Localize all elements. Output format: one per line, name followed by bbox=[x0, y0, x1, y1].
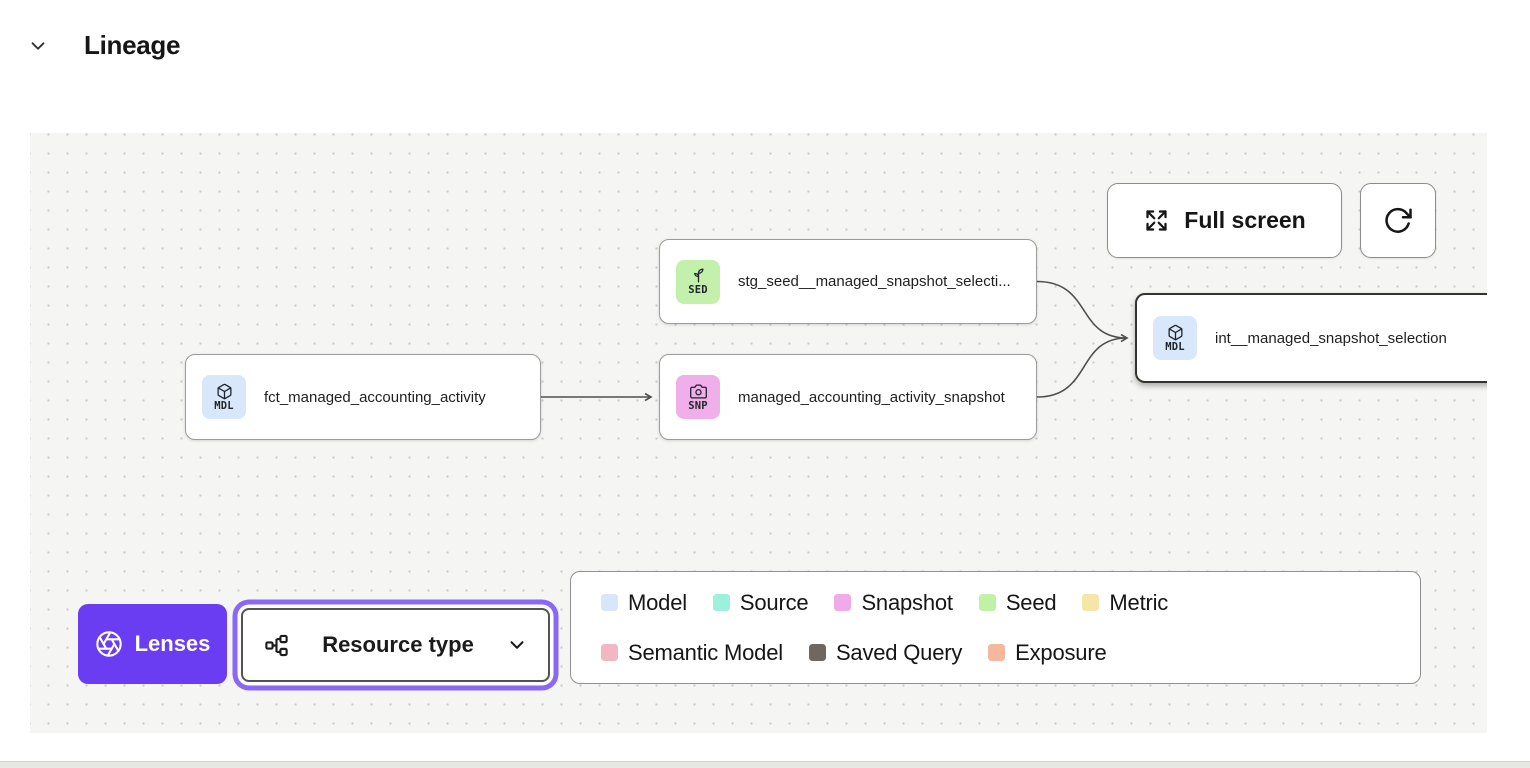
snapshot-badge-type: SNP bbox=[688, 401, 708, 412]
lenses-button[interactable]: Lenses bbox=[78, 604, 227, 684]
model-swatch bbox=[601, 594, 618, 611]
saved-query-swatch bbox=[809, 644, 826, 661]
legend-item-exposure: Exposure bbox=[988, 640, 1106, 666]
lineage-node-seed[interactable]: SED stg_seed__managed_snapshot_selecti..… bbox=[659, 239, 1037, 324]
lineage-canvas[interactable]: Full screen SED stg_seed__managed_snapsh… bbox=[30, 133, 1487, 733]
refresh-button[interactable] bbox=[1360, 183, 1436, 258]
source-swatch bbox=[713, 594, 730, 611]
aperture-icon bbox=[95, 630, 123, 658]
seed-badge-type: SED bbox=[688, 285, 708, 296]
camera-icon bbox=[690, 383, 707, 400]
sprout-icon bbox=[690, 267, 707, 284]
model-badge: MDL bbox=[202, 375, 246, 419]
snapshot-swatch bbox=[834, 594, 851, 611]
collapse-chevron-icon[interactable] bbox=[26, 34, 50, 58]
semantic-model-swatch bbox=[601, 644, 618, 661]
model-badge-type: MDL bbox=[1165, 342, 1185, 353]
legend-item-saved-query: Saved Query bbox=[809, 640, 962, 666]
lenses-label: Lenses bbox=[135, 631, 211, 657]
bottom-divider bbox=[0, 761, 1530, 768]
resource-type-label: Resource type bbox=[304, 632, 492, 658]
seed-badge: SED bbox=[676, 260, 720, 304]
full-screen-label: Full screen bbox=[1184, 207, 1305, 234]
cube-icon bbox=[216, 383, 233, 400]
expand-icon bbox=[1143, 207, 1170, 234]
hierarchy-icon bbox=[263, 632, 290, 659]
node-label: managed_accounting_activity_snapshot bbox=[738, 389, 1005, 406]
metric-swatch bbox=[1082, 594, 1099, 611]
node-label: int__managed_snapshot_selection bbox=[1215, 330, 1447, 347]
lineage-node-snapshot[interactable]: SNP managed_accounting_activity_snapshot bbox=[659, 354, 1037, 440]
legend-item-seed: Seed bbox=[979, 590, 1057, 616]
chevron-down-icon bbox=[506, 634, 528, 656]
legend-item-model: Model bbox=[601, 590, 687, 616]
node-label: fct_managed_accounting_activity bbox=[264, 389, 486, 406]
section-header: Lineage bbox=[26, 30, 180, 61]
legend-item-source: Source bbox=[713, 590, 809, 616]
lineage-node-fct-model[interactable]: MDL fct_managed_accounting_activity bbox=[185, 354, 541, 440]
snapshot-badge: SNP bbox=[676, 375, 720, 419]
resource-type-legend: Model Source Snapshot Seed Metric Sema bbox=[570, 571, 1421, 684]
legend-item-snapshot: Snapshot bbox=[834, 590, 952, 616]
resource-type-dropdown[interactable]: Resource type bbox=[241, 608, 550, 682]
lineage-page: Lineage Full screen bbox=[0, 0, 1530, 768]
seed-swatch bbox=[979, 594, 996, 611]
refresh-icon bbox=[1383, 206, 1413, 236]
lineage-node-int-model-selected[interactable]: MDL int__managed_snapshot_selection bbox=[1135, 293, 1487, 383]
node-label: stg_seed__managed_snapshot_selecti... bbox=[738, 273, 1011, 290]
cube-icon bbox=[1167, 324, 1184, 341]
exposure-swatch bbox=[988, 644, 1005, 661]
model-badge: MDL bbox=[1153, 316, 1197, 360]
legend-item-metric: Metric bbox=[1082, 590, 1168, 616]
page-title: Lineage bbox=[84, 30, 180, 61]
model-badge-type: MDL bbox=[214, 401, 234, 412]
full-screen-button[interactable]: Full screen bbox=[1107, 183, 1342, 258]
legend-item-semantic-model: Semantic Model bbox=[601, 640, 783, 666]
